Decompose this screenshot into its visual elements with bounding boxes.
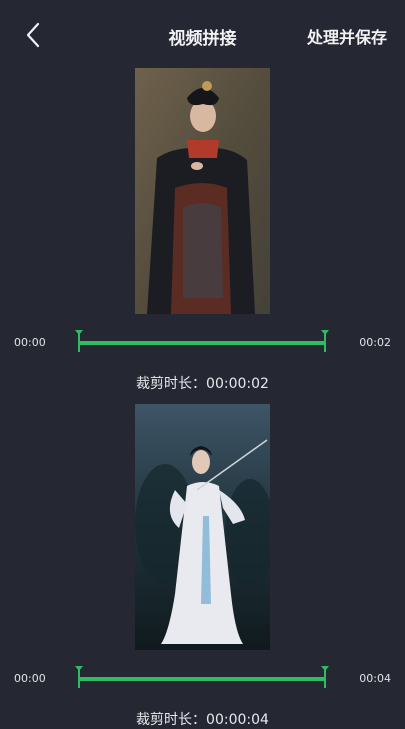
trim-slider[interactable] — [75, 666, 329, 690]
trim-duration-label: 裁剪时长： — [136, 712, 207, 728]
trim-duration-value: 00:00:04 — [206, 712, 269, 728]
trim-range-bar — [78, 341, 326, 345]
trim-end-handle[interactable] — [321, 330, 329, 352]
process-and-save-button[interactable]: 处理并保存 — [307, 24, 387, 48]
trim-end-handle[interactable] — [321, 666, 329, 688]
trim-range-bar — [78, 677, 326, 681]
trim-duration: 裁剪时长：00:00:02 — [0, 373, 405, 393]
video-thumbnail[interactable] — [135, 404, 270, 650]
end-time: 00:02 — [359, 336, 391, 349]
trim-row: 00:00 00:02 — [0, 330, 405, 354]
trim-duration-value: 00:00:02 — [206, 376, 269, 392]
video-frame-image — [135, 68, 270, 314]
start-time: 00:00 — [14, 336, 46, 349]
end-time: 00:04 — [359, 672, 391, 685]
trim-row: 00:00 00:04 — [0, 666, 405, 690]
trim-duration-label: 裁剪时长： — [136, 376, 207, 392]
video-thumbnail[interactable] — [135, 68, 270, 314]
trim-start-handle[interactable] — [75, 666, 83, 688]
trim-duration: 裁剪时长：00:00:04 — [0, 709, 405, 729]
trim-start-handle[interactable] — [75, 330, 83, 352]
start-time: 00:00 — [14, 672, 46, 685]
trim-slider[interactable] — [75, 330, 329, 354]
video-frame-image — [135, 404, 270, 650]
top-bar: 视频拼接 处理并保存 — [0, 0, 405, 72]
